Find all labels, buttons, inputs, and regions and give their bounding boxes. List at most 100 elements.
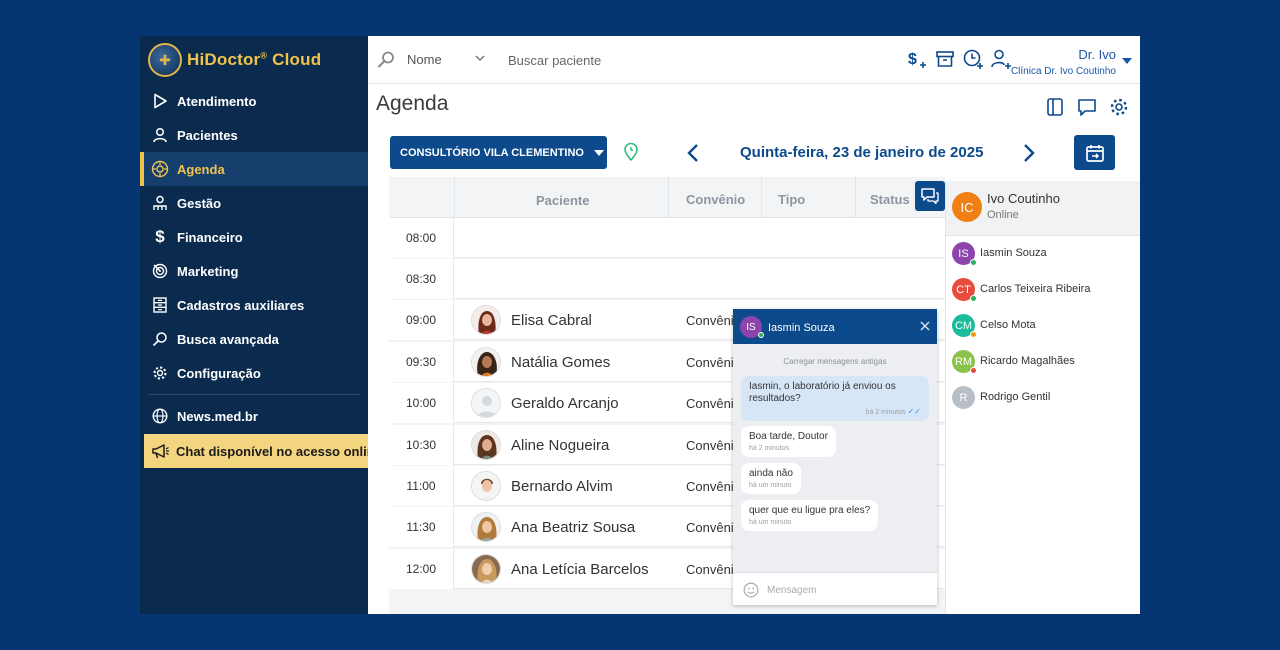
sidebar-item-marketing[interactable]: Marketing [140,254,368,288]
chat-message-received: ainda não há um minuto [741,463,801,494]
sidebar-item-busca-avancada[interactable]: Busca avançada [140,322,368,356]
message-time: há um minuto [749,482,792,489]
sidebar-item-configuracao[interactable]: Configuração [140,356,368,390]
patient-search-input[interactable] [508,48,728,72]
chat-toggle-button[interactable] [915,181,945,211]
logo-badge-icon: ✚ [148,43,182,77]
column-header-status[interactable]: Status [870,192,910,207]
avatar: IC [952,192,982,222]
chevron-down-icon[interactable] [473,51,487,65]
column-divider [454,177,455,218]
patient-name[interactable]: Natália Gomes [511,354,610,371]
previous-day-icon[interactable] [684,142,704,164]
chat-available-banner[interactable]: Chat disponível no acesso online [144,434,368,468]
next-day-icon[interactable] [1018,142,1038,164]
new-appointment-clock-icon[interactable] [962,48,984,70]
message-text: Boa tarde, Doutor [749,431,828,442]
sidebar-item-label: Marketing [177,263,239,279]
side-panel-icon[interactable] [1044,96,1066,118]
chat-bubble-icon[interactable] [1076,96,1098,118]
time-slot: 09:00 [389,300,454,340]
sidebar-item-atendimento[interactable]: Atendimento [140,84,368,118]
chat-contact-name: Iasmin Souza [768,322,835,334]
sidebar-item-cadastros[interactable]: Cadastros auxiliares [140,288,368,322]
contact-name: Ricardo Magalhães [980,355,1075,367]
message-text: quer que eu ligue pra eles? [749,505,871,516]
agenda-toolbar: CONSULTÓRIO VILA CLEMENTINO Quinta-feira… [376,124,1136,180]
column-header-insurance[interactable]: Convênio [686,192,745,207]
sidebar-item-gestao[interactable]: Gestão [140,186,368,220]
contact-item[interactable]: R Rodrigo Gentil [946,380,1140,416]
sidebar-item-label: Configuração [177,365,261,381]
contact-item[interactable]: CM Celso Mota [946,308,1140,344]
sidebar-item-label: Agenda [177,161,225,177]
user-icon [151,126,169,144]
dollar-icon: $ [155,227,165,246]
contact-item[interactable]: CT Carlos Teixeira Ribeira [946,272,1140,308]
message-text: Iasmin, o laboratório já enviou os resul… [749,381,896,404]
patient-name[interactable]: Ana Beatriz Sousa [511,519,635,536]
chat-icon [921,188,939,204]
user-name[interactable]: Dr. Ivo [1078,47,1116,62]
load-older-messages-link[interactable]: Carregar mensagens antigas [733,357,937,366]
user-menu-caret-icon[interactable] [1122,58,1132,64]
column-header-patient[interactable]: Paciente [536,193,589,208]
advanced-search-icon [151,330,169,348]
agenda-icon [151,160,169,178]
sidebar-item-label: Busca avançada [177,331,279,347]
calendar-button[interactable] [1074,135,1115,170]
chat-header[interactable]: IS Iasmin Souza [733,309,937,344]
patient-name[interactable]: Ana Letícia Barcelos [511,561,649,578]
app-window: ✚ HiDoctor® Cloud Atendimento Pacientes … [140,36,1140,614]
patient-avatar [471,554,501,584]
location-pin-icon[interactable] [622,142,640,162]
archive-icon[interactable] [934,48,956,70]
current-user-card: IC Ivo Coutinho Online [946,181,1140,236]
management-icon [151,194,169,212]
settings-gear-icon[interactable] [1108,96,1130,118]
contact-name: Iasmin Souza [980,247,1047,259]
column-header-type[interactable]: Tipo [778,192,805,207]
close-icon[interactable] [919,319,931,331]
sidebar: ✚ HiDoctor® Cloud Atendimento Pacientes … [140,36,368,614]
current-date[interactable]: Quinta-feira, 23 de janeiro de 2025 [740,144,983,161]
patient-avatar [471,471,501,501]
add-patient-icon[interactable] [990,48,1012,70]
office-label: CONSULTÓRIO VILA CLEMENTINO [400,146,584,159]
patient-avatar [471,430,501,460]
search-mode-select[interactable]: Nome [407,52,442,67]
chat-composer [733,572,937,605]
cabinet-icon [151,296,169,314]
table-row[interactable]: 08:00 [389,218,945,258]
time-slot: 08:30 [389,259,454,299]
office-select-button[interactable]: CONSULTÓRIO VILA CLEMENTINO [390,136,607,169]
patient-avatar [471,305,501,335]
clinic-name[interactable]: Clínica Dr. Ivo Coutinho [1011,66,1116,77]
patient-name[interactable]: Elisa Cabral [511,312,592,329]
sidebar-item-news[interactable]: News.med.br [140,399,368,433]
patient-name[interactable]: Geraldo Arcanjo [511,395,619,412]
chat-banner-label: Chat disponível no acesso online [176,443,368,459]
globe-icon [151,407,169,425]
message-input[interactable] [767,580,927,600]
chat-message-received: quer que eu ligue pra eles? há um minuto [741,500,879,531]
contact-item[interactable]: RM Ricardo Magalhães [946,344,1140,380]
current-user-status: Online [987,209,1019,221]
column-divider [761,177,762,218]
sidebar-item-pacientes[interactable]: Pacientes [140,118,368,152]
chat-window: IS Iasmin Souza Carregar mensagens antig… [733,309,937,605]
sidebar-item-label: Gestão [177,195,222,211]
caret-down-icon [593,149,604,156]
sidebar-item-agenda[interactable]: Agenda [140,152,368,186]
patient-name[interactable]: Bernardo Alvim [511,478,613,495]
brand-logo[interactable]: ✚ HiDoctor® Cloud [148,42,321,78]
table-row[interactable]: 08:30 [389,259,945,299]
time-slot: 10:30 [389,425,454,465]
new-charge-icon[interactable]: $ [906,48,928,70]
sidebar-item-financeiro[interactable]: $ Financeiro [140,220,368,254]
schedule-header: Paciente Convênio Tipo Status [389,177,945,218]
patient-name[interactable]: Aline Nogueira [511,437,609,454]
chat-contacts-panel: IC Ivo Coutinho Online IS Iasmin Souza C… [945,181,1140,614]
contact-item[interactable]: IS Iasmin Souza [946,236,1140,272]
emoji-icon[interactable] [743,582,759,598]
